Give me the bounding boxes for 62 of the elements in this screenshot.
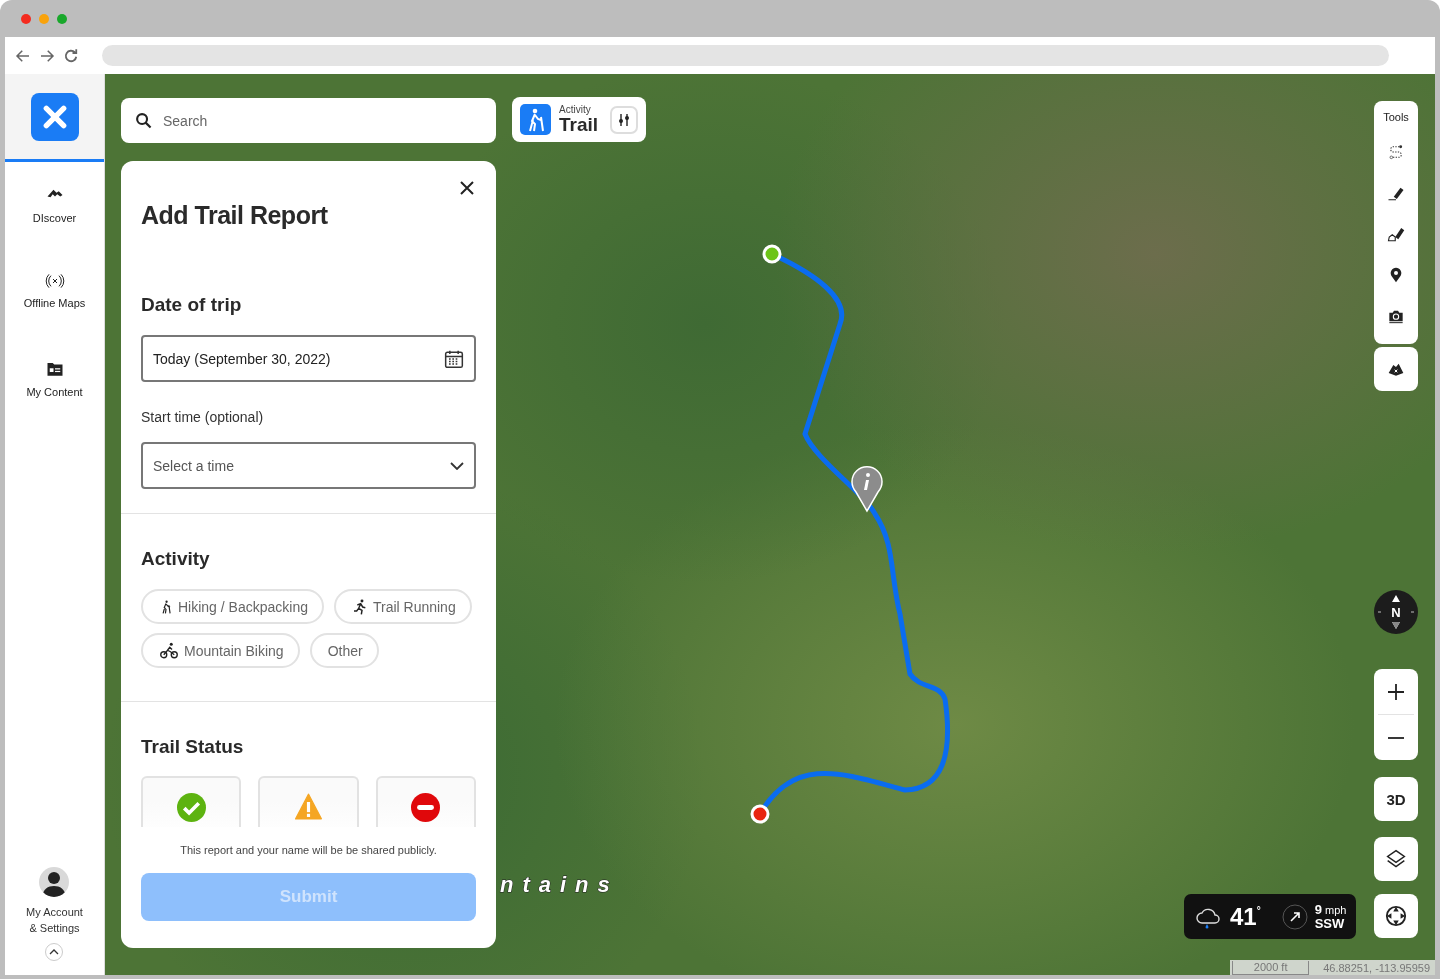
scale-label: 2000 ft [1232, 960, 1310, 975]
info-pin-icon[interactable] [851, 466, 883, 512]
checkmark-icon [176, 793, 206, 822]
bicycle-icon [159, 641, 179, 660]
layers-button[interactable] [1374, 837, 1418, 881]
wind-reading: 9 mph SSW [1314, 902, 1347, 931]
avatar-silhouette[interactable] [39, 867, 70, 897]
trail-status-option[interactable] [141, 776, 242, 827]
sidebar-item[interactable]: My Content [20, 346, 89, 433]
activity-chip[interactable]: Hiking / Backpacking [141, 589, 324, 624]
broadcast-icon [43, 273, 66, 289]
x-logo-icon [41, 103, 68, 130]
wind-direction-icon [1280, 902, 1309, 931]
start-marker[interactable] [762, 244, 782, 264]
hiker-badge-icon [520, 104, 551, 135]
trail-status-option[interactable] [375, 776, 476, 827]
crosshair-icon [1385, 905, 1407, 927]
layers-icon [1386, 849, 1406, 869]
temperature: 41° [1230, 902, 1261, 931]
dotted-route-icon [1388, 142, 1404, 161]
reload-icon [62, 46, 80, 65]
public-sharing-notice: This report and your name will be be shared publicly. [180, 844, 437, 856]
sidebar-item[interactable]: Offline Maps [17, 259, 92, 346]
field-label: Start time (optional) [141, 409, 265, 425]
account-settings-label[interactable]: My Account & Settings [26, 904, 83, 936]
warning-icon [294, 793, 323, 820]
expand-button[interactable] [45, 943, 64, 961]
activity-filter[interactable]: Activity Trail [512, 97, 646, 142]
section-heading: Activity [141, 547, 211, 570]
plus-icon [1388, 683, 1404, 700]
end-marker[interactable] [750, 804, 770, 824]
sidebar-item[interactable]: DIscover [26, 172, 83, 259]
chevron-down-icon [450, 461, 464, 470]
activity-chip[interactable]: Trail Running [333, 589, 472, 624]
map-label: ntains [500, 872, 619, 898]
3d-button[interactable]: 3D [1374, 777, 1418, 821]
chevron-up-icon [49, 949, 60, 955]
no-entry-icon [411, 793, 441, 822]
activity-chip[interactable]: Other [309, 633, 379, 668]
filter-value: Trail [559, 115, 600, 134]
app-logo[interactable] [30, 92, 79, 141]
time-dropdown[interactable]: Select a time [141, 442, 476, 489]
filter-settings-button[interactable] [610, 105, 638, 134]
section-heading: Date of trip [141, 293, 243, 316]
sliders-icon [617, 112, 631, 127]
close-icon [460, 181, 474, 195]
search-icon [135, 112, 152, 129]
hide-layer-button[interactable] [1374, 347, 1418, 391]
tools-title: Tools [1383, 111, 1409, 123]
panel-title: Add Trail Report [141, 201, 328, 230]
locate-button[interactable] [1374, 894, 1418, 938]
coordinates: 46.88251, -113.95959 [1323, 961, 1430, 974]
activity-chip[interactable]: Mountain Biking [141, 633, 300, 668]
runner-icon [351, 598, 368, 615]
date-field[interactable]: Today (September 30, 2022) [141, 335, 476, 382]
minus-icon [1388, 736, 1404, 739]
search-field[interactable]: Search [121, 98, 496, 143]
calendar-icon [444, 348, 464, 369]
weather-widget[interactable]: 41° 9 mph SSW [1184, 894, 1356, 939]
filter-caption: Activity [559, 105, 592, 115]
pin-icon [1388, 265, 1404, 284]
section-heading: Trail Status [141, 735, 245, 758]
